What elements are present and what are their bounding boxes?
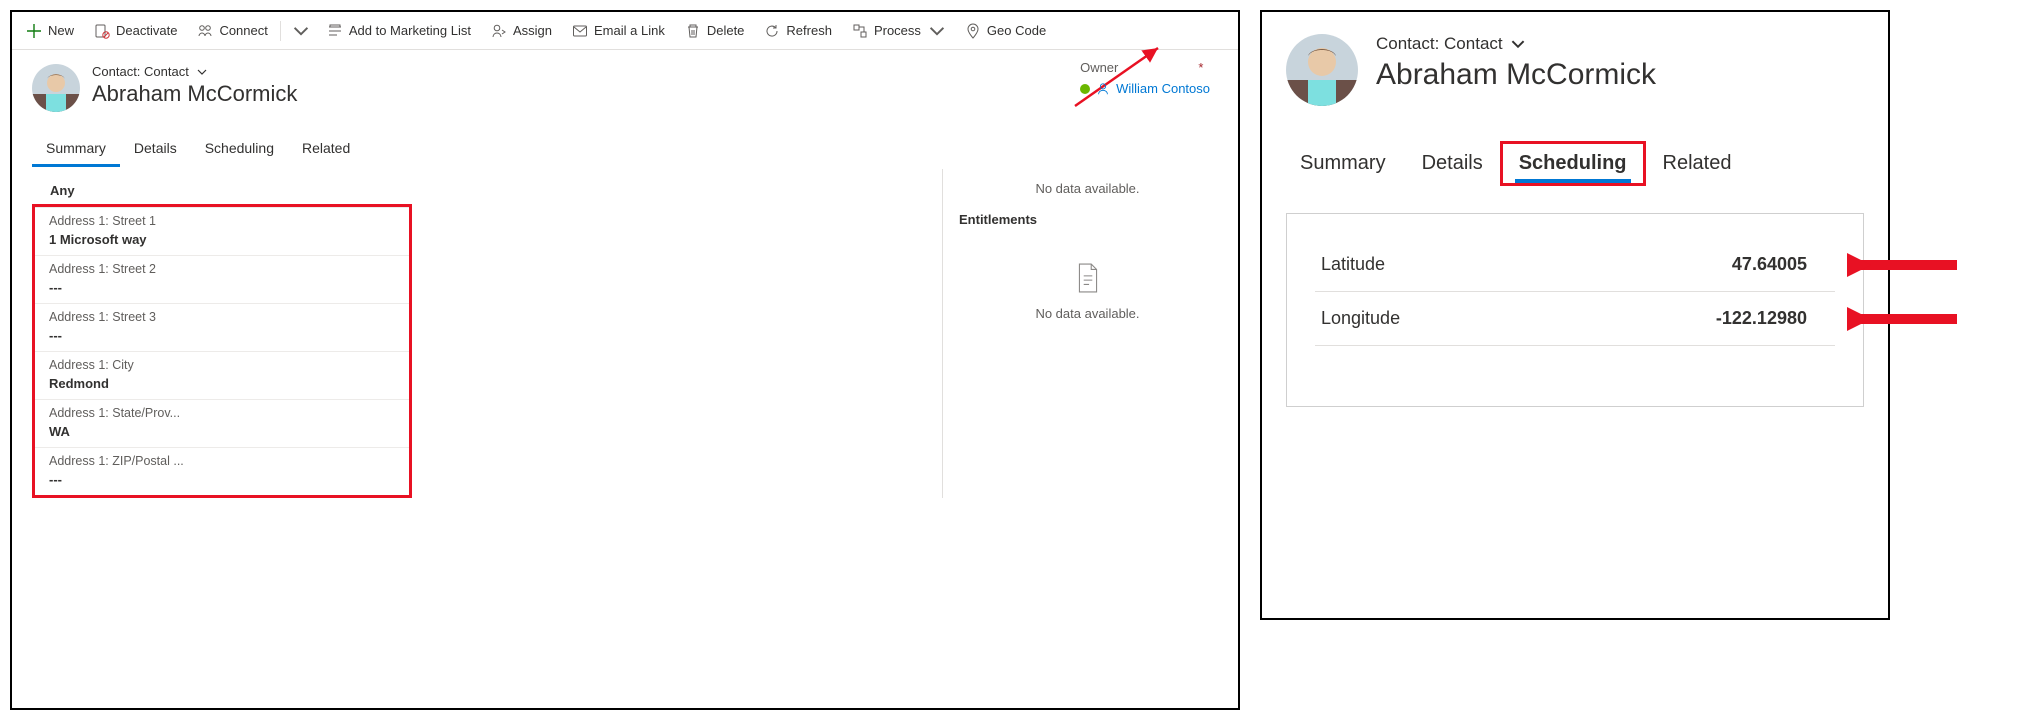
chevron-down-icon [197, 67, 207, 77]
side-column: No data available. Entitlements No data … [942, 169, 1232, 498]
email-icon [572, 23, 588, 39]
plus-icon [26, 23, 42, 39]
chevron-down-icon [293, 23, 309, 39]
add-to-marketing-list-button[interactable]: Add to Marketing List [317, 12, 481, 49]
tab-details[interactable]: Details [1404, 142, 1501, 185]
right-panel: Contact: Contact Abraham McCormick Summa… [1260, 10, 1890, 620]
trash-icon [685, 23, 701, 39]
tab-related[interactable]: Related [1645, 142, 1750, 185]
record-name: Abraham McCormick [1376, 58, 1656, 92]
field-value: Redmond [49, 376, 395, 391]
field-label: Address 1: State/Prov... [49, 406, 395, 420]
tab-summary[interactable]: Summary [1282, 142, 1404, 185]
tab-related[interactable]: Related [288, 132, 364, 167]
avatar-image [32, 64, 80, 112]
field-street3[interactable]: Address 1: Street 3 --- [35, 303, 409, 351]
scheduling-section: Latitude 47.64005 Longitude -122.12980 [1286, 213, 1864, 407]
record-header: Contact: Contact Abraham McCormick Owner… [12, 50, 1238, 120]
entity-type-selector[interactable]: Contact: Contact [1376, 34, 1656, 54]
field-value: WA [49, 424, 395, 439]
no-data-top: No data available. [959, 181, 1216, 196]
field-zip[interactable]: Address 1: ZIP/Postal ... --- [35, 447, 409, 495]
geo-code-button[interactable]: Geo Code [955, 12, 1056, 49]
main-column: Any Address 1: Street 1 1 Microsoft way … [12, 169, 942, 498]
chevron-down-icon [1511, 37, 1525, 51]
field-value: --- [49, 280, 395, 295]
deactivate-button[interactable]: Deactivate [84, 12, 187, 49]
field-value: 1 Microsoft way [49, 232, 395, 247]
longitude-field[interactable]: Longitude -122.12980 [1315, 292, 1835, 346]
tab-scheduling[interactable]: Scheduling [1501, 142, 1645, 185]
field-street2[interactable]: Address 1: Street 2 --- [35, 255, 409, 303]
field-street1[interactable]: Address 1: Street 1 1 Microsoft way [35, 207, 409, 255]
record-header-right: Contact: Contact Abraham McCormick [1262, 12, 1888, 114]
tab-list-left: Summary Details Scheduling Related [12, 132, 1238, 167]
field-value: --- [49, 328, 395, 343]
field-label: Address 1: City [49, 358, 395, 372]
divider [280, 21, 281, 41]
field-label: Longitude [1321, 308, 1400, 329]
tab-scheduling[interactable]: Scheduling [191, 132, 288, 167]
field-label: Address 1: Street 3 [49, 310, 395, 324]
delete-button[interactable]: Delete [675, 12, 755, 49]
tab-details[interactable]: Details [120, 132, 191, 167]
latitude-field[interactable]: Latitude 47.64005 [1315, 238, 1835, 292]
required-indicator: * [1198, 60, 1203, 75]
deactivate-icon [94, 23, 110, 39]
connect-more-button[interactable] [283, 12, 317, 49]
marketing-list-icon [327, 23, 343, 39]
owner-lookup[interactable]: William Contoso [1080, 81, 1210, 96]
new-button[interactable]: New [16, 12, 84, 49]
entitlements-header: Entitlements [959, 208, 1216, 237]
email-a-link-button[interactable]: Email a Link [562, 12, 675, 49]
assign-icon [491, 23, 507, 39]
process-button[interactable]: Process [842, 12, 955, 49]
field-label: Address 1: ZIP/Postal ... [49, 454, 395, 468]
field-value: 47.64005 [1732, 254, 1807, 275]
connect-button[interactable]: Connect [187, 12, 277, 49]
tab-summary[interactable]: Summary [32, 132, 120, 167]
field-value: -122.12980 [1716, 308, 1807, 329]
field-label: Address 1: Street 1 [49, 214, 395, 228]
process-icon [852, 23, 868, 39]
field-state[interactable]: Address 1: State/Prov... WA [35, 399, 409, 447]
map-pin-icon [965, 23, 981, 39]
section-header-any: Any [32, 175, 942, 204]
tab-list-right: Summary Details Scheduling Related [1262, 142, 1888, 185]
owner-section: Owner * William Contoso [1080, 60, 1210, 96]
avatar-image [1286, 34, 1358, 106]
annotation-arrow [1847, 306, 1965, 332]
no-data-entitlements: No data available. [959, 306, 1216, 321]
left-panel: New Deactivate Connect Add to Marketing … [10, 10, 1240, 710]
avatar[interactable] [32, 64, 80, 112]
field-label: Latitude [1321, 254, 1385, 275]
document-icon [1075, 263, 1101, 293]
person-icon [1096, 82, 1110, 96]
avatar[interactable] [1286, 34, 1358, 106]
annotation-arrow [1847, 252, 1965, 278]
owner-label: Owner [1080, 60, 1118, 75]
address-card: Address 1: Street 1 1 Microsoft way Addr… [32, 204, 412, 498]
field-label: Address 1: Street 2 [49, 262, 395, 276]
form-body: Any Address 1: Street 1 1 Microsoft way … [12, 169, 1238, 498]
command-bar: New Deactivate Connect Add to Marketing … [12, 12, 1238, 50]
entity-type-selector[interactable]: Contact: Contact [92, 64, 297, 79]
field-city[interactable]: Address 1: City Redmond [35, 351, 409, 399]
connect-icon [197, 23, 213, 39]
record-name: Abraham McCormick [92, 81, 297, 107]
chevron-down-icon [929, 23, 945, 39]
refresh-icon [764, 23, 780, 39]
assign-button[interactable]: Assign [481, 12, 562, 49]
refresh-button[interactable]: Refresh [754, 12, 842, 49]
presence-icon [1080, 84, 1090, 94]
field-value: --- [49, 472, 395, 487]
